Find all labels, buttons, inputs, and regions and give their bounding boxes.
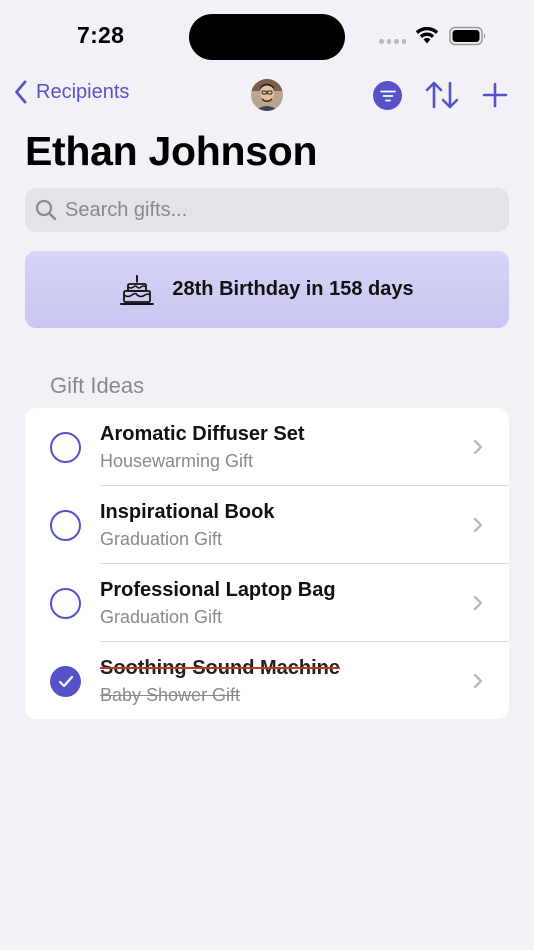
gift-row[interactable]: Soothing Sound Machine Baby Shower Gift — [25, 642, 509, 719]
back-button[interactable]: Recipients — [14, 80, 129, 104]
status-bar: 7:28 — [0, 0, 534, 70]
chevron-right-icon — [473, 439, 483, 455]
gift-row[interactable]: Inspirational Book Graduation Gift — [25, 486, 509, 564]
search-icon — [35, 199, 57, 221]
gift-row[interactable]: Professional Laptop Bag Graduation Gift — [25, 564, 509, 642]
search-input[interactable]: Search gifts... — [25, 188, 509, 232]
birthday-cake-icon — [120, 274, 155, 305]
checkmark-icon — [58, 675, 73, 688]
gift-occasion: Graduation Gift — [100, 607, 223, 627]
gift-occasion: Baby Shower Gift — [100, 685, 241, 705]
gift-list: Aromatic Diffuser Set Housewarming Gift … — [25, 408, 509, 719]
gift-row[interactable]: Aromatic Diffuser Set Housewarming Gift — [25, 408, 509, 486]
checkbox-checked[interactable] — [50, 666, 81, 697]
add-gift-button[interactable] — [480, 80, 510, 110]
birthday-banner: 28th Birthday in 158 days — [25, 251, 509, 328]
back-button-label: Recipients — [36, 80, 130, 103]
filter-icon — [379, 90, 396, 101]
search-placeholder: Search gifts... — [65, 198, 188, 221]
battery-icon — [449, 26, 486, 46]
chevron-right-icon — [473, 673, 483, 689]
gift-occasion: Housewarming Gift — [100, 451, 254, 471]
dynamic-island — [189, 14, 345, 60]
checkbox[interactable] — [50, 588, 81, 619]
cellular-signal-icon — [379, 39, 406, 44]
section-header-gift-ideas: Gift Ideas — [50, 373, 145, 398]
navigation-bar: Recipients — [0, 72, 534, 118]
chevron-right-icon — [473, 595, 483, 611]
gift-name: Aromatic Diffuser Set — [100, 423, 305, 445]
checkbox[interactable] — [50, 432, 81, 463]
status-time: 7:28 — [77, 22, 125, 48]
filter-button[interactable] — [373, 81, 402, 110]
gift-name: Professional Laptop Bag — [100, 579, 336, 601]
gift-occasion: Graduation Gift — [100, 529, 223, 549]
sort-button[interactable] — [424, 77, 460, 113]
page-title: Ethan Johnson — [25, 128, 318, 174]
gift-name: Soothing Sound Machine — [100, 657, 340, 679]
chevron-right-icon — [473, 517, 483, 533]
checkbox[interactable] — [50, 510, 81, 541]
gift-name: Inspirational Book — [100, 501, 275, 523]
plus-icon — [482, 82, 508, 108]
chevron-left-icon — [15, 80, 27, 104]
avatar[interactable] — [251, 79, 283, 111]
wifi-icon — [415, 26, 439, 44]
birthday-countdown: 28th Birthday in 158 days — [172, 278, 414, 300]
sort-icon — [425, 81, 459, 109]
